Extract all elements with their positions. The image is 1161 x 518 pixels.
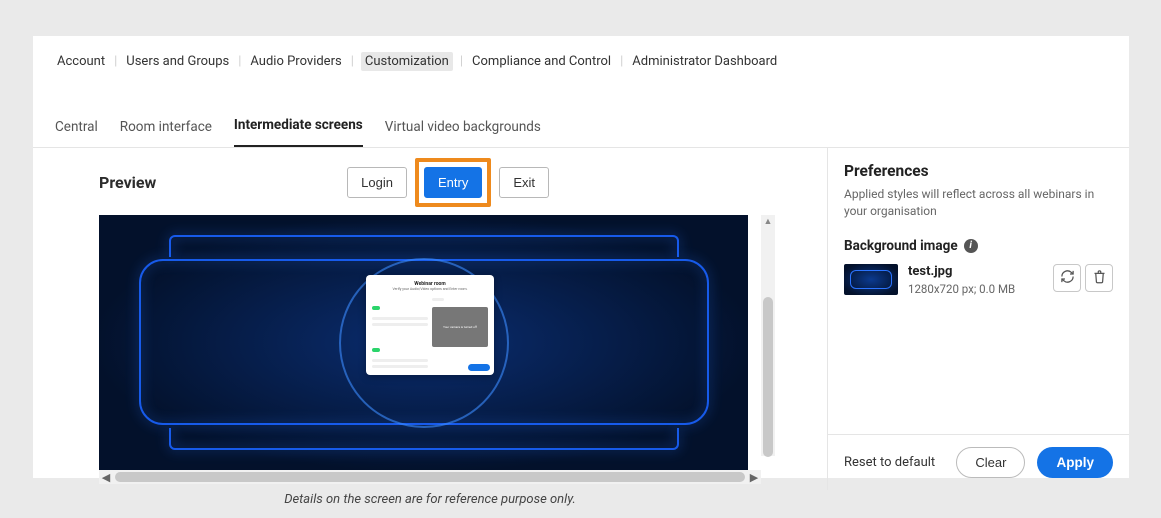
scroll-left-arrow-icon[interactable]: ◀ — [99, 471, 113, 484]
preview-panel: Preview Login Entry Exit — [33, 148, 827, 507]
reset-to-default-link[interactable]: Reset to default — [844, 455, 935, 470]
topnav-audio-providers[interactable]: Audio Providers — [248, 52, 343, 71]
topnav-customization[interactable]: Customization — [361, 52, 453, 71]
trash-icon — [1092, 269, 1107, 287]
info-icon[interactable]: i — [964, 239, 978, 253]
horizontal-scrollbar[interactable]: ◀ ▶ — [99, 470, 761, 484]
preview-stage: Webinar room Verify your Audio/Video opt… — [99, 215, 748, 470]
tab-virtual-backgrounds[interactable]: Virtual video backgrounds — [385, 119, 541, 147]
tab-central[interactable]: Central — [55, 119, 98, 147]
preferences-description: Applied styles will reflect across all w… — [844, 186, 1113, 220]
background-thumbnail — [844, 264, 898, 295]
topnav-admin-dashboard[interactable]: Administrator Dashboard — [630, 52, 779, 71]
screen-segment-control: Login Entry Exit — [347, 158, 549, 207]
preferences-title: Preferences — [844, 162, 1113, 180]
preview-note: Details on the screen are for reference … — [33, 492, 827, 507]
preview-title: Preview — [99, 173, 156, 192]
preferences-footer: Reset to default Clear Apply — [828, 434, 1129, 490]
entry-dialog-mockup: Webinar room Verify your Audio/Video opt… — [366, 275, 494, 375]
clear-button[interactable]: Clear — [956, 447, 1025, 478]
preferences-panel: Preferences Applied styles will reflect … — [827, 148, 1129, 490]
segment-entry-button[interactable]: Entry — [424, 167, 482, 198]
apply-button[interactable]: Apply — [1037, 447, 1113, 478]
topnav-account[interactable]: Account — [55, 52, 107, 71]
background-file-meta: 1280x720 px; 0.0 MB — [908, 282, 1043, 296]
replace-button[interactable] — [1053, 264, 1081, 292]
segment-exit-button[interactable]: Exit — [499, 167, 549, 198]
background-file-name: test.jpg — [908, 264, 1043, 279]
preview-viewer: Webinar room Verify your Audio/Video opt… — [99, 215, 761, 470]
topnav-compliance[interactable]: Compliance and Control — [470, 52, 613, 71]
topnav-users-groups[interactable]: Users and Groups — [124, 52, 231, 71]
tab-intermediate-screens[interactable]: Intermediate screens — [234, 117, 363, 147]
delete-button[interactable] — [1085, 264, 1113, 292]
vertical-scrollbar[interactable]: ▲ — [761, 215, 775, 456]
tab-room-interface[interactable]: Room interface — [120, 119, 212, 147]
segment-login-button[interactable]: Login — [347, 167, 407, 198]
entry-highlight: Entry — [415, 158, 491, 207]
scroll-right-arrow-icon[interactable]: ▶ — [747, 471, 761, 484]
sub-tabs: Central Room interface Intermediate scre… — [33, 89, 1129, 148]
top-nav: Account | Users and Groups | Audio Provi… — [33, 36, 1129, 89]
background-file-row: test.jpg 1280x720 px; 0.0 MB — [844, 264, 1113, 296]
background-image-label: Background image — [844, 238, 958, 254]
refresh-icon — [1060, 269, 1075, 287]
settings-card: Account | Users and Groups | Audio Provi… — [33, 36, 1129, 478]
